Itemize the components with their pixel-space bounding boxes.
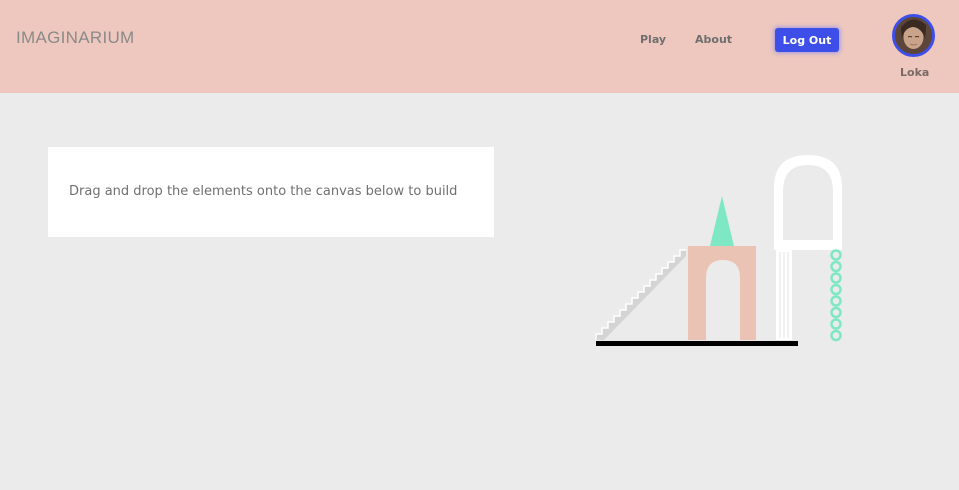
- logout-button[interactable]: Log Out: [775, 28, 839, 52]
- username-label: Loka: [900, 66, 930, 79]
- ring-chain-icon: [830, 249, 842, 342]
- instruction-card: Drag and drop the elements onto the canv…: [48, 147, 494, 237]
- white-arch-icon: [774, 155, 842, 250]
- instruction-text: Drag and drop the elements onto the canv…: [69, 184, 458, 199]
- nav-play-link[interactable]: Play: [640, 33, 666, 46]
- cone-icon: [710, 196, 734, 246]
- nav-about-link[interactable]: About: [695, 33, 732, 46]
- pink-arch-icon: [688, 246, 756, 340]
- avatar[interactable]: [892, 14, 935, 57]
- app-logo[interactable]: IMAGINARIUM: [16, 28, 135, 48]
- ground-line: [596, 341, 798, 346]
- architecture-illustration: [595, 155, 842, 346]
- column-icon: [776, 250, 792, 340]
- staircase-icon: [595, 249, 686, 340]
- user-photo-icon: [895, 17, 932, 54]
- top-header: IMAGINARIUM Play About Log Out Loka: [0, 0, 959, 93]
